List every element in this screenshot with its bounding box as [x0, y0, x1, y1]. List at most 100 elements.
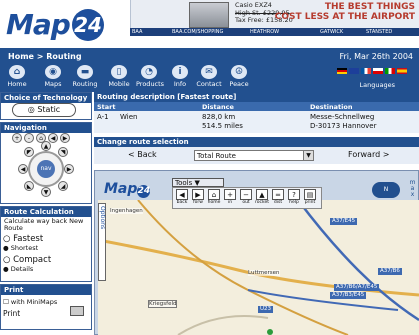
ad-strip-gatwick: GATWICK [320, 29, 344, 35]
date-display: Fri, Mar 26th 2004 [339, 52, 413, 61]
print-link[interactable]: Print [3, 309, 20, 318]
flag-it[interactable] [385, 68, 395, 74]
help-label: help [289, 200, 299, 205]
pan-right-icon[interactable]: ▶ [60, 133, 70, 143]
compass-icon[interactable]: N [372, 182, 400, 198]
static-button[interactable]: ◎ Static [12, 103, 76, 117]
nav-maps[interactable]: ◉ Maps [40, 65, 66, 88]
map-icon: ◉ [45, 65, 61, 79]
nav-contact[interactable]: ✉ Contact [196, 65, 222, 88]
road-badge: A37/B6/A7/E45 [334, 284, 380, 291]
forward-link[interactable]: Forward > [348, 150, 389, 159]
routing-table-row: A-1 Wien 828,0 km 514.5 miles Messe-Schn… [94, 111, 419, 133]
radio-selected-icon: ● [3, 244, 11, 252]
print-icon: ▤ [304, 189, 316, 200]
logo-number: 24 [72, 9, 104, 41]
breadcrumb: Home > Routing [8, 52, 82, 61]
map24-logo[interactable]: Map 24 [6, 8, 124, 44]
flag-es[interactable] [397, 68, 407, 74]
side-letters[interactable]: m a x [408, 180, 417, 198]
flag-de[interactable] [337, 68, 347, 74]
contact-icon: ✉ [201, 65, 217, 79]
checkbox-icon: ☐ [3, 298, 11, 306]
road-badge: A37/E45 [330, 218, 358, 225]
rocket-tool[interactable]: ▲ rocket [255, 189, 269, 205]
nav-info[interactable]: i Info [167, 65, 193, 88]
nav-products[interactable]: ◔ Products [136, 65, 164, 88]
shortest-option[interactable]: ● Shortest [3, 244, 38, 252]
home-tool[interactable]: ⌂ home [207, 189, 221, 205]
fastest-label: Fastest [13, 234, 44, 244]
tools-dropdown[interactable]: Tools ▼ [172, 178, 224, 187]
zoom-in-label: in [227, 200, 233, 205]
details-option[interactable]: ● Details [3, 265, 33, 273]
pan-up-icon[interactable]: ▲ [41, 141, 51, 151]
tools-label: Tools [175, 179, 193, 187]
flag-fr[interactable] [361, 68, 371, 74]
print-tool-label: print [304, 200, 316, 205]
chevron-down-icon: ▼ [303, 151, 313, 160]
forward-icon: ▶ [192, 189, 204, 200]
col-destination: Destination [310, 103, 353, 111]
home-tool-label: home [207, 200, 221, 205]
radio-icon: ○ [3, 255, 14, 265]
nav-peace-label: Peace [229, 80, 249, 88]
options-tab[interactable]: Options [98, 203, 106, 281]
distance-tool[interactable]: ═ dist [271, 189, 285, 205]
road-badge: A37/B6 [378, 268, 402, 275]
back-icon: ◀ [176, 189, 188, 200]
languages-label: Languages [359, 81, 395, 89]
forward-tool[interactable]: ▶ forw [191, 189, 205, 205]
flag-pl[interactable] [373, 68, 383, 74]
route-select[interactable]: Total Route ▼ [194, 150, 314, 161]
route-select-value: Total Route [197, 152, 236, 160]
navigation-pad[interactable]: + - ⌂ ◀ ▶ ▲ ▼ ◀ ▶ ◤ ◥ ◣ ◢ nav [10, 131, 80, 197]
with-minimaps-checkbox[interactable]: ☐ with MiniMaps [3, 298, 57, 306]
pan-down-icon[interactable]: ▼ [41, 187, 51, 197]
radio-selected-icon: ● [3, 265, 11, 273]
language-flags[interactable] [335, 68, 407, 74]
nav-peace[interactable]: ☮ Peace [226, 65, 252, 88]
map-toolbar: ◀ back ▶ forw ⌂ home + in − out ▲ rocket ═ dist… [172, 187, 322, 209]
nav-routing[interactable]: ▬ Routing [72, 65, 98, 88]
zoom-out-tool[interactable]: − out [239, 189, 253, 205]
compact-label: Compact [13, 255, 52, 265]
nav-center-button[interactable]: nav [37, 160, 55, 178]
help-tool[interactable]: ? help [287, 189, 301, 205]
route-calc-desc: Calculate way back New Route [4, 217, 84, 232]
routing-description-title: Routing description [Fastest route] [94, 92, 419, 102]
fastest-option[interactable]: ○ Fastest [3, 234, 43, 244]
nav-mobile[interactable]: ▯ Mobile [106, 65, 132, 88]
pan-nw-icon[interactable]: ◤ [24, 147, 34, 157]
nav-home[interactable]: ⌂ Home [4, 65, 30, 88]
zoom-in-tool[interactable]: + in [223, 189, 237, 205]
map-canvas[interactable]: Ingenhagen Kriegsfeld Luttmersen A37/E45… [98, 200, 419, 335]
printer-icon[interactable] [70, 306, 84, 316]
distance-label: dist [273, 200, 283, 205]
pan-sw-icon[interactable]: ◣ [24, 181, 34, 191]
distance-miles: 514.5 miles [202, 122, 243, 130]
map-label: Luttmersen [248, 270, 280, 276]
ad-strip-baa: BAA [132, 29, 143, 35]
rocket-label: rocket [255, 200, 269, 205]
pan-se-icon[interactable]: ◢ [58, 181, 68, 191]
nav-home-label: Home [7, 80, 27, 88]
pan-east-icon[interactable]: ▶ [64, 164, 74, 174]
road-badge: U23 [258, 306, 274, 313]
info-icon: i [172, 65, 188, 79]
pan-ne-icon[interactable]: ◥ [58, 147, 68, 157]
zoom-out-icon[interactable]: - [24, 133, 34, 143]
compact-option[interactable]: ○ Compact [3, 255, 51, 265]
print-title: Print [1, 285, 91, 295]
pan-west-icon[interactable]: ◀ [18, 164, 28, 174]
zoom-in-icon[interactable]: + [12, 133, 22, 143]
back-link[interactable]: < Back [128, 150, 157, 159]
nav-info-label: Info [173, 80, 187, 88]
back-tool[interactable]: ◀ back [175, 189, 189, 205]
print-tool[interactable]: ▤ print [303, 189, 317, 205]
flag-uk[interactable] [349, 68, 359, 74]
map-label: Kriegsfeld [148, 300, 178, 308]
zoom-in-icon: + [224, 189, 236, 200]
camera-image [189, 2, 229, 28]
nav-maps-label: Maps [44, 80, 62, 88]
